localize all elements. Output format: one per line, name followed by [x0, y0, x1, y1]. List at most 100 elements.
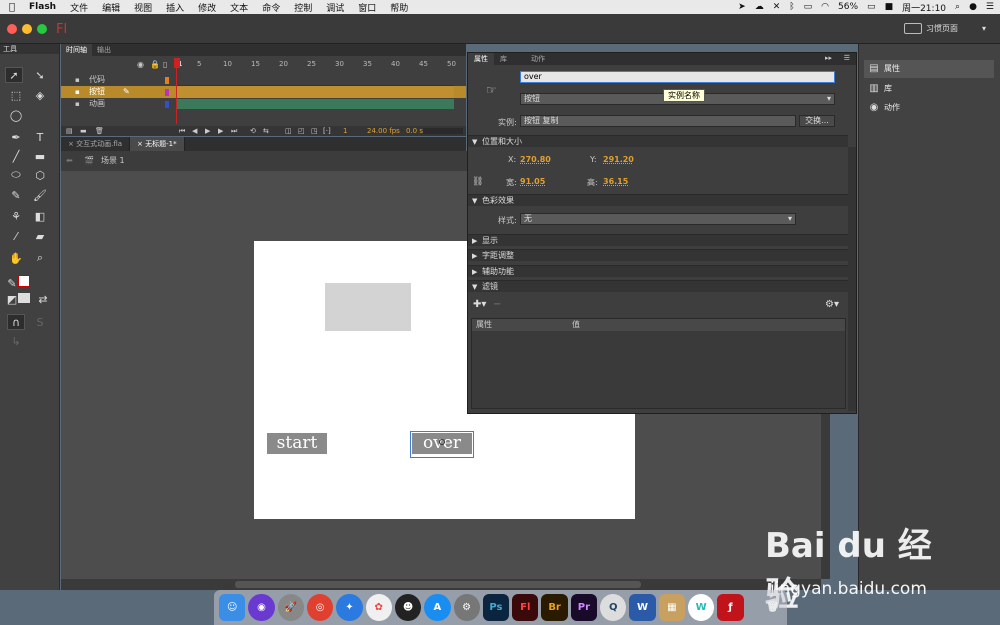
edit-multiple-icon[interactable]: ◳ [311, 126, 318, 136]
frame-ruler[interactable]: 1 5 10 15 20 25 30 35 40 45 50 [177, 58, 457, 70]
app-store-icon[interactable]: A [424, 594, 451, 621]
y-value[interactable]: 291.20 [603, 155, 634, 164]
section-position-size[interactable]: 位置和大小 [468, 135, 848, 148]
layer-frames[interactable] [177, 86, 454, 98]
launchpad-icon[interactable]: 🚀 [277, 594, 304, 621]
zoom-tool-icon[interactable]: ⌕ [31, 250, 49, 266]
send-icon[interactable]: ➤ [738, 2, 746, 12]
layer-row-selected[interactable]: ▪ 按钮 ✎ [61, 86, 466, 98]
last-frame-icon[interactable]: ⏭ [231, 126, 237, 136]
oval-tool-icon[interactable]: ⬭ [7, 167, 25, 183]
fill-color-swatch[interactable] [18, 293, 30, 303]
elapsed-time[interactable]: 0.0 s [406, 126, 423, 136]
next-frame-icon[interactable]: ▶ [218, 126, 223, 136]
premiere-icon[interactable]: Pr [570, 594, 598, 621]
flag-icon[interactable]: ■ [885, 2, 894, 12]
lock-all-icon[interactable]: 🔒 [150, 60, 160, 69]
qq-icon[interactable]: ☻ [394, 594, 422, 621]
lasso-tool-icon[interactable]: ◯ [7, 107, 25, 123]
doc-tab-active[interactable]: × 无标题-1* [130, 137, 185, 151]
loop-icon[interactable]: ⟲ [250, 126, 256, 136]
delete-layer-icon[interactable]: 🗑 [95, 126, 104, 136]
paint-bucket-tool-icon[interactable]: ◧ [31, 208, 49, 224]
swap-colors-icon[interactable]: ⇄ [34, 291, 52, 307]
remove-filter-icon[interactable]: − [493, 299, 501, 310]
panel-menu-icon[interactable]: ☰ [844, 54, 850, 62]
siri-icon[interactable]: ◉ [248, 594, 275, 621]
tools-icon[interactable]: ✕ [773, 2, 781, 12]
color-style-select[interactable]: 无 ▾ [520, 213, 796, 225]
instance-name-input[interactable]: over [520, 71, 835, 83]
menu-text[interactable]: 文本 [223, 1, 255, 14]
photoshop-icon[interactable]: Ps [482, 594, 510, 621]
add-filter-icon[interactable]: ✚▾ [473, 299, 486, 310]
cloud-icon[interactable]: ☁ [755, 2, 764, 12]
layer-name[interactable]: 动画 [89, 98, 105, 110]
tab-library[interactable]: 库 [494, 53, 513, 65]
rectangle-tool-icon[interactable]: ▬ [31, 148, 49, 164]
link-proportions-icon[interactable]: ⛓ [472, 177, 483, 187]
minimize-window-button[interactable] [22, 24, 32, 34]
tab-properties[interactable]: 属性 [468, 53, 494, 65]
tab-actions[interactable]: 动作 [525, 53, 551, 65]
gray-rectangle-shape[interactable] [325, 283, 411, 331]
flash-player-icon[interactable]: ƒ [717, 594, 744, 621]
layer-row[interactable]: ▪ 动画 [61, 98, 466, 110]
show-hide-all-icon[interactable]: ◉ [137, 60, 144, 69]
section-accessibility[interactable]: 辅助功能 [468, 265, 848, 278]
system-preferences-icon[interactable]: ⚙ [453, 594, 480, 621]
wifi-icon[interactable]: ◠ [821, 2, 829, 12]
menu-insert[interactable]: 插入 [159, 1, 191, 14]
layer-name[interactable]: 代码 [89, 74, 105, 86]
height-value[interactable]: 36.15 [603, 177, 628, 186]
modify-markers-icon[interactable]: [·] [323, 126, 331, 136]
menu-debug[interactable]: 调试 [319, 1, 351, 14]
display-icon[interactable]: ▭ [804, 2, 813, 12]
onion-outline-icon[interactable]: ◰ [298, 126, 305, 136]
menu-modify[interactable]: 修改 [191, 1, 223, 14]
layer-name[interactable]: 按钮 [89, 86, 105, 98]
filter-options-gear-icon[interactable]: ⚙▾ [825, 299, 839, 310]
archive-utility-icon[interactable]: ▦ [658, 594, 685, 621]
line-tool-icon[interactable]: ╱ [7, 148, 25, 164]
transform-point-icon[interactable] [439, 439, 445, 445]
timeline-scrollbar[interactable] [423, 128, 463, 134]
layer-row[interactable]: ▪ 代码 [61, 74, 466, 86]
hand-tool-icon[interactable]: ✋ [7, 250, 25, 266]
sidebar-item-properties[interactable]: ▤ 属性 [864, 60, 994, 78]
chrome-icon[interactable]: ◎ [306, 594, 334, 621]
back-arrow-icon[interactable]: ⬅ [66, 151, 73, 171]
start-button-instance[interactable]: start [267, 433, 327, 454]
prev-frame-icon[interactable]: ◀ [192, 126, 197, 136]
polystar-tool-icon[interactable]: ⬡ [31, 167, 49, 183]
menu-file[interactable]: 文件 [63, 1, 95, 14]
user-avatar-icon[interactable]: ● [969, 2, 977, 12]
word-icon[interactable]: W [629, 594, 656, 621]
horizontal-scrollbar[interactable] [61, 579, 821, 590]
filter-list[interactable]: 属性 值 [471, 318, 846, 409]
stroke-color-swatch[interactable] [18, 275, 30, 287]
clock[interactable]: 周一21:10 [902, 1, 946, 14]
brush-tool-icon[interactable]: 🖌 [31, 187, 49, 203]
menu-edit[interactable]: 编辑 [95, 1, 127, 14]
frame-rate[interactable]: 24.00 fps [367, 126, 400, 136]
new-folder-icon[interactable]: ▬ [80, 126, 87, 136]
collapse-panel-icon[interactable]: ▸▸ [825, 54, 832, 62]
doc-tab[interactable]: × 交互式动画.fla [61, 137, 131, 151]
photos-icon[interactable]: ✿ [365, 594, 392, 621]
battery-percent[interactable]: 56% [838, 2, 858, 12]
eraser-tool-icon[interactable]: ▰ [31, 228, 49, 244]
menu-window[interactable]: 窗口 [351, 1, 383, 14]
section-color-effect[interactable]: 色彩效果 [468, 194, 848, 207]
swap-button[interactable]: 交换... [799, 115, 835, 127]
section-display[interactable]: 显示 [468, 234, 848, 247]
menu-app-flash[interactable]: Flash [22, 2, 63, 12]
outline-all-icon[interactable]: ▯ [163, 60, 167, 69]
finder-icon[interactable]: ☺ [219, 594, 246, 621]
section-kerning[interactable]: 字距调整 [468, 249, 848, 262]
tab-timeline[interactable]: 时间轴 [61, 44, 92, 56]
width-value[interactable]: 91.05 [520, 177, 545, 186]
list-icon[interactable]: ☰ [986, 2, 994, 12]
battery-icon[interactable]: ▭ [867, 2, 876, 12]
play-icon[interactable]: ▶ [205, 126, 210, 136]
